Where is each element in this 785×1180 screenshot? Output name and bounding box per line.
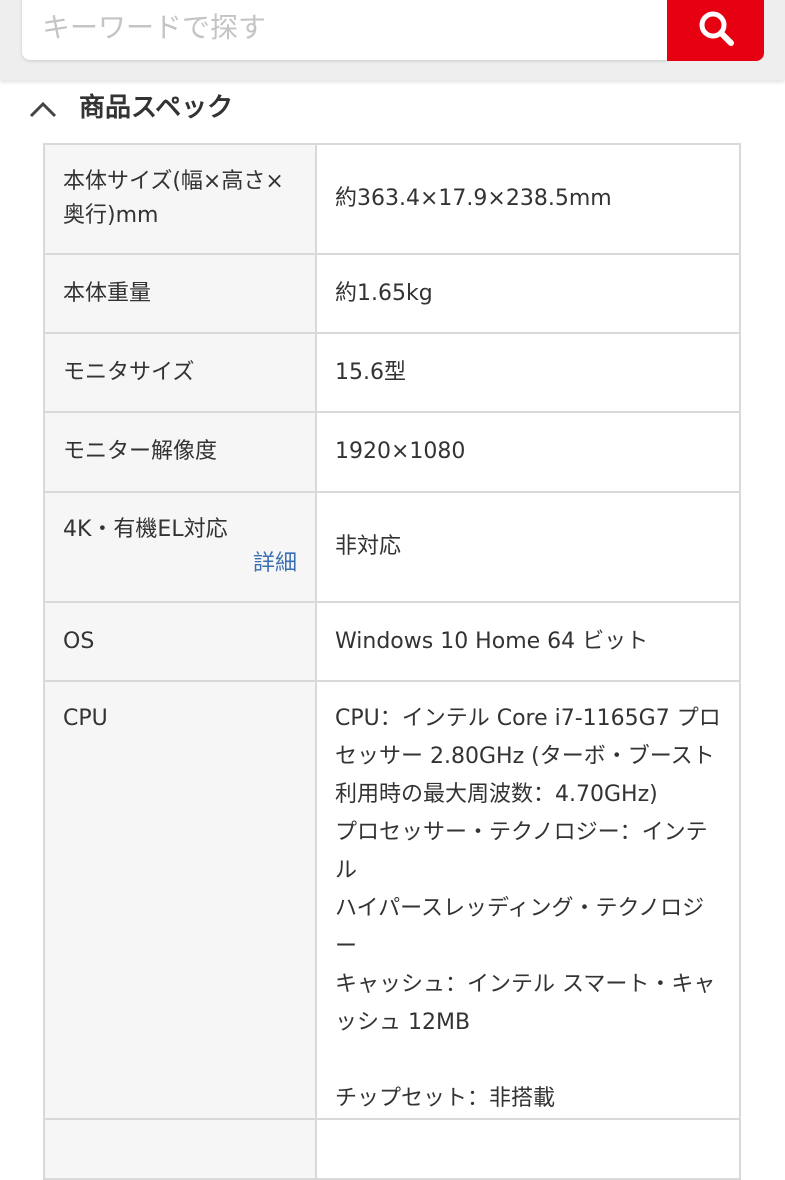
spec-label: 本体サイズ(幅×高さ×奥行)mm xyxy=(43,143,317,255)
spec-label: モニタサイズ xyxy=(43,332,317,413)
spec-value-line: 利用時の最大周波数：4.70GHz) xyxy=(335,782,658,807)
spec-value: Windows 10 Home 64 ビット xyxy=(315,601,741,682)
spec-value-line: チップセット：非搭載 xyxy=(335,1086,556,1111)
spec-value xyxy=(315,1118,741,1180)
spec-value: 15.6型 xyxy=(315,332,741,413)
search-button[interactable] xyxy=(667,0,764,61)
table-row: モニタサイズ 15.6型 xyxy=(43,332,741,413)
detail-link[interactable]: 詳細 xyxy=(63,547,297,581)
spec-label xyxy=(43,1118,317,1180)
spec-value-line: プロセッサー・テクノロジー：インテル xyxy=(335,820,708,883)
spec-value: 約1.65kg xyxy=(315,253,741,334)
spec-label: モニター解像度 xyxy=(43,411,317,493)
spec-label: OS xyxy=(43,601,317,682)
spec-value: 約363.4×17.9×238.5mm xyxy=(315,143,741,255)
spec-label-cell: 4K・有機EL対応 詳細 xyxy=(43,491,317,603)
table-row: 本体重量 約1.65kg xyxy=(43,253,741,334)
spec-value-line: CPU：インテル Core i7-1165G7 プロ xyxy=(335,706,721,731)
spec-value-line: セッサー 2.80GHz (ターボ・ブースト xyxy=(335,744,715,769)
search-input[interactable] xyxy=(22,0,667,60)
spec-label: CPU xyxy=(43,680,317,1120)
spec-value-spacer xyxy=(335,1042,721,1080)
search-bar xyxy=(0,0,785,80)
table-row: CPU CPU：インテル Core i7-1165G7 プロ セッサー 2.80… xyxy=(43,680,741,1120)
table-row: OS Windows 10 Home 64 ビット xyxy=(43,601,741,682)
table-row: モニター解像度 1920×1080 xyxy=(43,411,741,493)
spec-value-line: ハイパースレッディング・テクノロジー xyxy=(335,896,705,959)
search-icon xyxy=(699,11,734,46)
table-row: 4K・有機EL対応 詳細 非対応 xyxy=(43,491,741,603)
section-title: 商品スペック xyxy=(79,93,234,123)
chevron-up-icon xyxy=(29,101,57,118)
spec-table: 本体サイズ(幅×高さ×奥行)mm 約363.4×17.9×238.5mm 本体重… xyxy=(43,143,741,1180)
table-row xyxy=(43,1118,741,1180)
spec-section-header[interactable]: 商品スペック xyxy=(0,84,785,134)
spec-value-line: キャッシュ：インテル スマート・キャ xyxy=(335,972,716,997)
spec-value: 1920×1080 xyxy=(315,411,741,493)
spec-label: 本体重量 xyxy=(43,253,317,334)
spec-value-multiline: CPU：インテル Core i7-1165G7 プロ セッサー 2.80GHz … xyxy=(315,680,741,1120)
spec-value-line: ッシュ 12MB xyxy=(335,1010,471,1035)
spec-value: 非対応 xyxy=(315,491,741,603)
table-row: 本体サイズ(幅×高さ×奥行)mm 約363.4×17.9×238.5mm xyxy=(43,143,741,255)
spec-label: 4K・有機EL対応 xyxy=(63,517,228,542)
